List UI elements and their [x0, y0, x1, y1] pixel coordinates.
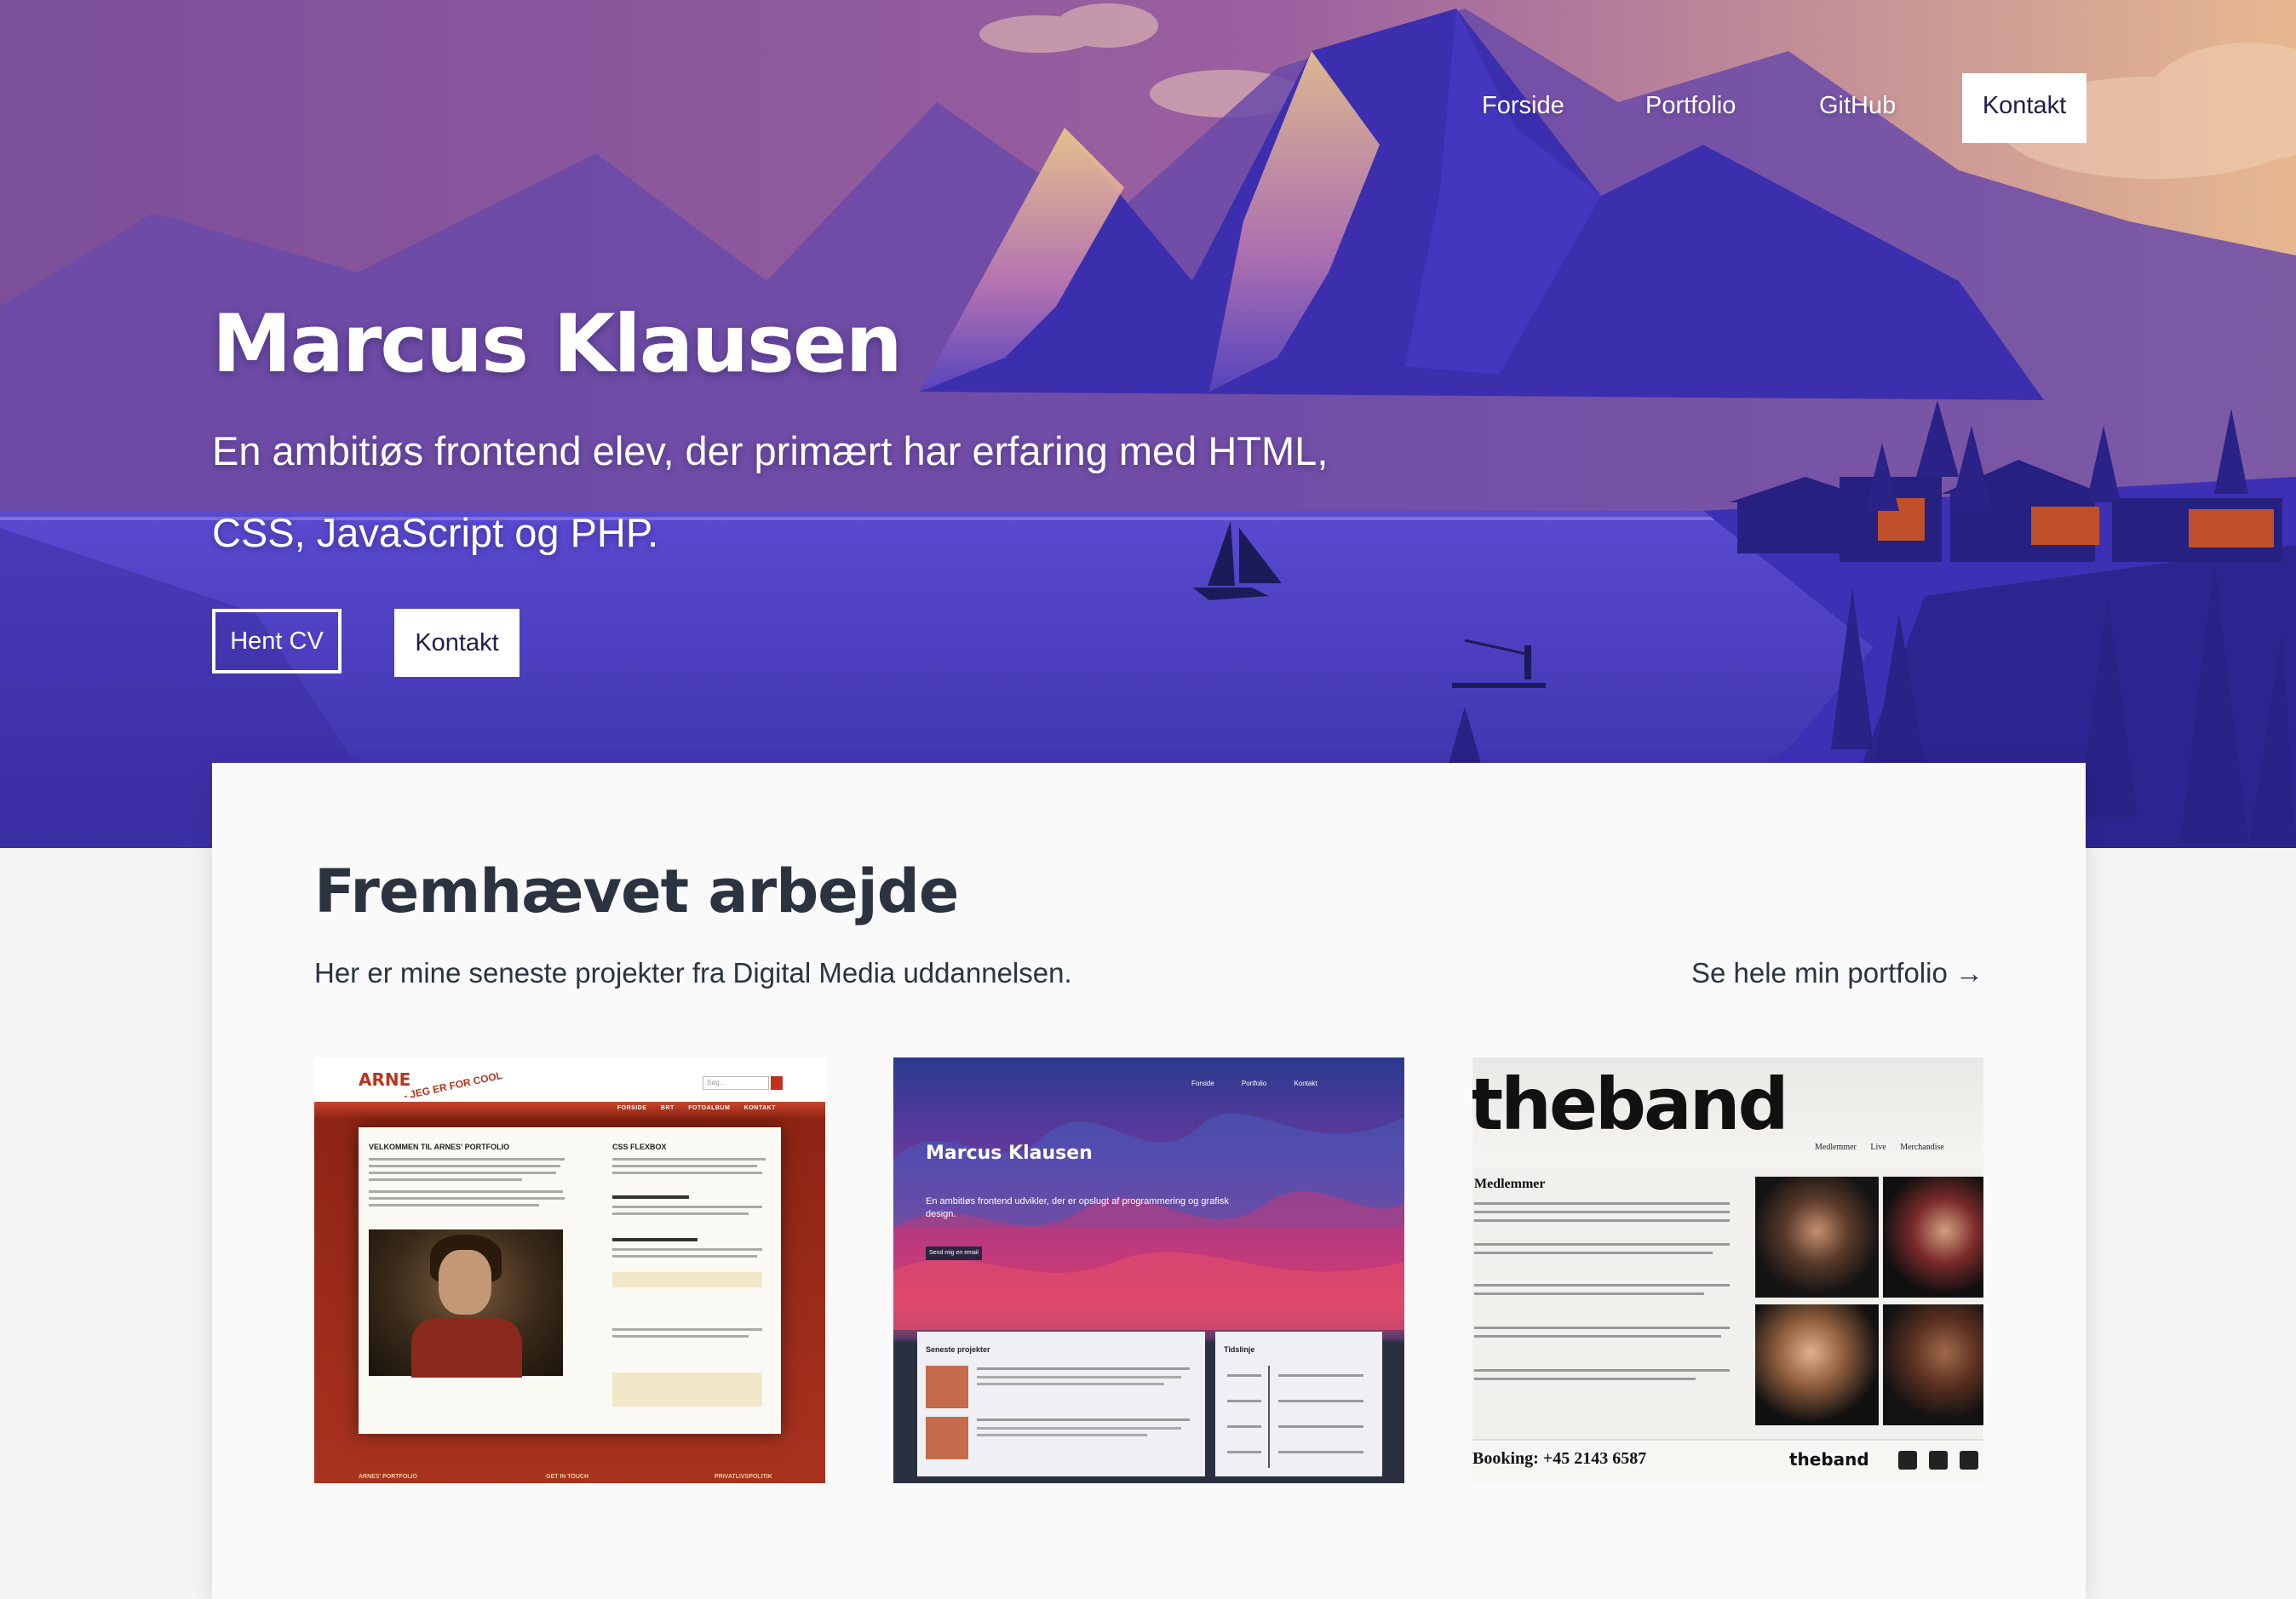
band-heading: Medlemmer [1474, 1177, 1546, 1191]
text-line [1278, 1400, 1363, 1402]
text-line [612, 1165, 757, 1167]
text-line [612, 1248, 762, 1251]
text-line [612, 1238, 697, 1241]
text-line [1227, 1425, 1261, 1428]
text-line [369, 1204, 539, 1206]
photo-body [411, 1318, 522, 1378]
text-line [1227, 1374, 1261, 1377]
text-line [1474, 1252, 1713, 1254]
youtube-icon [1960, 1451, 1978, 1470]
arne-menu: FORSIDE BRT FOTOALBUM KONTAKT [617, 1105, 776, 1111]
text-line [1227, 1451, 1261, 1453]
text-line [1474, 1243, 1730, 1246]
arne-search-field: Søg... [703, 1076, 769, 1090]
nav-portfolio-link[interactable]: Portfolio [1645, 73, 1736, 143]
text-line [369, 1190, 563, 1193]
section-title: Fremhævet arbejde [314, 857, 959, 926]
band-footer-logo: theband [1789, 1449, 1869, 1470]
nav-github-link[interactable]: GitHub [1819, 73, 1896, 143]
mk-nav: Forside Portfolio Kontakt [1191, 1080, 1317, 1087]
arne-photo [369, 1229, 563, 1378]
band-photo [1883, 1304, 1983, 1425]
text-line [1474, 1219, 1730, 1222]
text-line [369, 1172, 556, 1174]
timeline-line [1268, 1366, 1270, 1468]
band-photo [1755, 1177, 1879, 1298]
footer-link: GET IN TOUCH [546, 1474, 589, 1480]
hero-title: Marcus Klausen [212, 298, 903, 391]
code-block [612, 1373, 762, 1407]
hero-section: Forside Portfolio GitHub Kontakt Marcus … [0, 0, 2296, 848]
text-line [1474, 1327, 1730, 1329]
panel-heading: Seneste projekter [926, 1345, 990, 1354]
band-logo: theband [1472, 1063, 1789, 1146]
download-cv-button[interactable]: Hent CV [212, 609, 342, 673]
project-thumbnail-theband[interactable]: theband Medlemmer Live Merchandise Medle… [1472, 1057, 1983, 1483]
text-line [977, 1376, 1181, 1378]
text-line [1474, 1335, 1721, 1338]
text-line [369, 1197, 565, 1200]
arne-footer: ARNES' PORTFOLIO GET IN TOUCH PRIVATLIVS… [314, 1464, 825, 1483]
text-line [1278, 1425, 1363, 1428]
text-line [369, 1158, 565, 1161]
text-line [977, 1367, 1190, 1370]
code-block [612, 1272, 762, 1287]
text-line [1278, 1451, 1363, 1453]
project-thumbnail-arne[interactable]: ARNE - JEG ER FOR COOL Søg... FORSIDE BR… [314, 1057, 825, 1483]
hero-contact-button[interactable]: Kontakt [394, 609, 519, 677]
facebook-icon [1929, 1451, 1948, 1470]
text-line [612, 1195, 689, 1199]
panel-heading: Tidslinje [1224, 1345, 1255, 1354]
search-icon [771, 1076, 783, 1090]
project-thumb [926, 1366, 968, 1408]
text-line [977, 1418, 1190, 1421]
band-booking: Booking: +45 2143 6587 [1472, 1449, 1647, 1468]
text-line [1474, 1202, 1730, 1205]
text-line [1227, 1400, 1261, 1402]
text-line [369, 1165, 560, 1167]
arne-side-heading: CSS FLEXBOX [612, 1143, 667, 1151]
text-line [1474, 1378, 1696, 1380]
text-line [612, 1328, 762, 1331]
text-line [1474, 1284, 1730, 1287]
portfolio-link[interactable]: Se hele min portfolio → [1691, 957, 1983, 989]
band-photo [1883, 1177, 1983, 1298]
hero-subtitle: En ambitiøs frontend elev, der primært h… [212, 428, 1329, 555]
top-nav: Forside Portfolio GitHub Kontakt [0, 73, 2296, 143]
text-line [612, 1255, 757, 1258]
footer-link: ARNES' PORTFOLIO [359, 1474, 417, 1480]
band-photo [1755, 1304, 1879, 1425]
text-line [977, 1383, 1164, 1385]
band-menu: Medlemmer Live Merchandise [1815, 1143, 1944, 1152]
text-line [612, 1172, 762, 1174]
project-thumbnail-portfolio[interactable]: Forside Portfolio Kontakt Marcus Klausen… [893, 1057, 1404, 1483]
nav-forside-link[interactable]: Forside [1482, 73, 1564, 143]
section-description: Her er mine seneste projekter fra Digita… [314, 957, 1072, 989]
arne-heading: VELKOMMEN TIL ARNES' PORTFOLIO [369, 1143, 510, 1151]
text-line [369, 1178, 522, 1181]
text-line [612, 1335, 749, 1338]
mk-timeline-panel: Tidslinje [1215, 1332, 1382, 1476]
text-line [1474, 1292, 1704, 1295]
mk-title: Marcus Klausen [926, 1143, 1093, 1164]
text-line [612, 1158, 766, 1161]
text-line [977, 1427, 1181, 1430]
arne-logo: ARNE [359, 1069, 411, 1090]
text-line [1474, 1211, 1730, 1213]
project-thumb [926, 1417, 968, 1459]
text-line [612, 1212, 749, 1215]
text-line [1474, 1369, 1730, 1372]
mk-button: Send mig en email [926, 1247, 982, 1260]
vimeo-icon [1898, 1451, 1917, 1470]
footer-link: PRIVATLIVSPOLITIK [715, 1474, 772, 1480]
text-line [977, 1434, 1147, 1436]
photo-face [439, 1250, 491, 1315]
arne-tagline: - JEG ER FOR COOL [402, 1069, 504, 1103]
text-line [612, 1206, 762, 1208]
mk-subtitle: En ambitiøs frontend udvikler, der er op… [926, 1196, 1229, 1219]
text-line [1278, 1374, 1363, 1377]
mk-projects-panel: Seneste projekter [917, 1332, 1205, 1476]
featured-work-section: Fremhævet arbejde Her er mine seneste pr… [212, 763, 2086, 1599]
nav-kontakt-button[interactable]: Kontakt [1962, 73, 2086, 143]
